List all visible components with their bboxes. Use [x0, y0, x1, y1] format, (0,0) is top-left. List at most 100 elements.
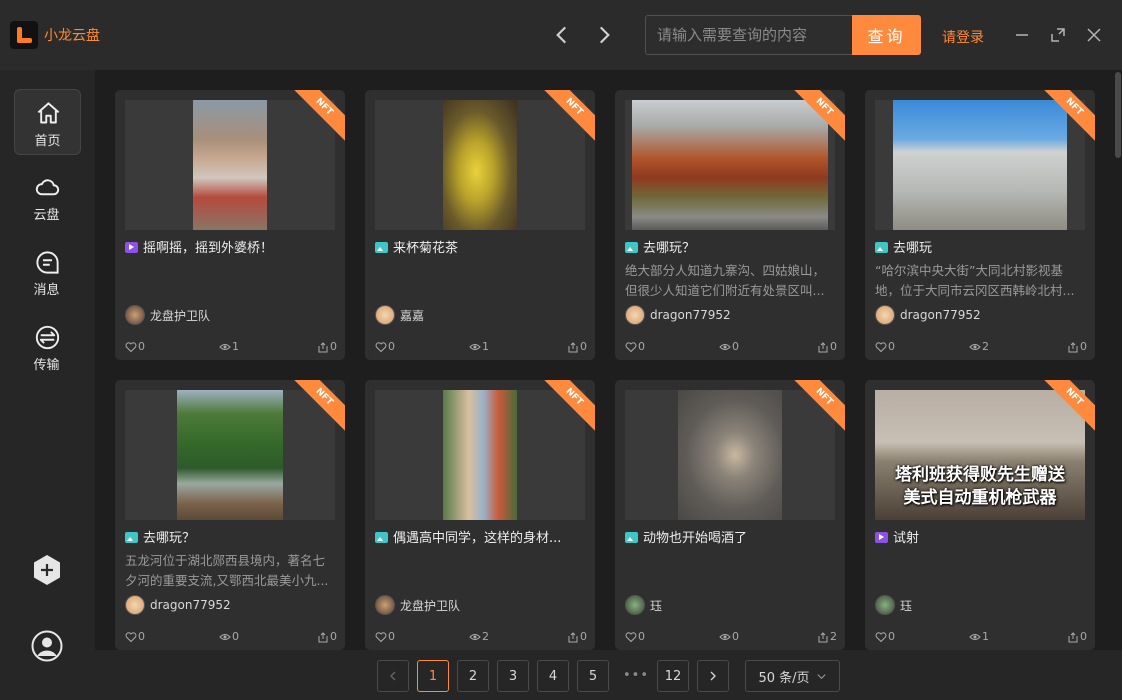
thumbnail[interactable]: [125, 390, 335, 520]
next-page-button[interactable]: [697, 660, 729, 692]
like-icon[interactable]: [375, 341, 387, 353]
sidebar-item-home[interactable]: 首页: [14, 89, 81, 155]
image-icon: [125, 532, 138, 543]
video-icon: [125, 242, 138, 253]
user-avatar-icon[interactable]: [31, 630, 63, 662]
share-icon[interactable]: [1067, 631, 1079, 643]
media-card[interactable]: NFT 去哪玩？ 绝大部分人知道九寨沟、四姑娘山， 但很少人知道它们附近有处景区叫…: [615, 90, 845, 360]
card-title: 去哪玩？: [143, 531, 196, 546]
like-icon[interactable]: [875, 341, 887, 353]
share-count: 0: [1080, 340, 1087, 353]
like-count: 0: [638, 630, 645, 643]
card-title: 去哪玩: [893, 241, 933, 256]
share-count: 0: [830, 340, 837, 353]
media-card[interactable]: 塔利班获得败先生赠送 美式自动重机枪武器 NFT 试射 珏 0 1 0: [865, 380, 1095, 650]
page-button[interactable]: 2: [457, 660, 489, 692]
share-icon[interactable]: [317, 631, 329, 643]
view-count: 1: [982, 630, 989, 643]
card-title: 来杯菊花茶: [393, 241, 459, 256]
like-icon[interactable]: [125, 341, 137, 353]
sidebar-item-cloud[interactable]: 云盘: [14, 164, 81, 230]
share-count: 0: [330, 630, 337, 643]
page-button[interactable]: 1: [417, 660, 449, 692]
media-card[interactable]: NFT 动物也开始喝酒了 珏 0 0 2: [615, 380, 845, 650]
thumbnail[interactable]: 塔利班获得败先生赠送 美式自动重机枪武器: [875, 390, 1085, 520]
page-button[interactable]: 3: [497, 660, 529, 692]
media-card[interactable]: NFT 摇啊摇，摇到外婆桥！ 龙盘护卫队 0 1 0: [115, 90, 345, 360]
search-button[interactable]: 查询: [852, 15, 921, 55]
share-count: 2: [830, 630, 837, 643]
sidebar-item-transfer[interactable]: 传输: [14, 314, 81, 380]
content-area: NFT 摇啊摇，摇到外婆桥！ 龙盘护卫队 0 1 0 NFT 来杯菊花茶 嘉嘉 …: [95, 70, 1122, 650]
transfer-icon: [34, 324, 61, 351]
card-title: 试射: [893, 531, 920, 546]
add-plugin-icon[interactable]: [33, 554, 61, 586]
thumbnail[interactable]: [875, 100, 1085, 230]
view-count: 0: [732, 630, 739, 643]
vertical-scrollbar[interactable]: [1115, 72, 1121, 158]
minimize-icon[interactable]: [1012, 25, 1032, 45]
like-icon[interactable]: [625, 631, 637, 643]
media-card[interactable]: NFT 去哪玩 “哈尔滨中央大街”大同北村影视基 地，位于大同市云冈区西韩岭北村.…: [865, 90, 1095, 360]
view-icon: [969, 343, 981, 350]
like-icon[interactable]: [625, 341, 637, 353]
username[interactable]: 珏: [900, 597, 912, 614]
username[interactable]: 龙盘护卫队: [400, 597, 460, 614]
back-arrow-icon[interactable]: [549, 22, 575, 48]
page-ellipsis[interactable]: •••: [623, 668, 649, 683]
prev-page-button[interactable]: [377, 660, 409, 692]
share-icon[interactable]: [1067, 341, 1079, 353]
share-icon[interactable]: [817, 631, 829, 643]
close-icon[interactable]: [1084, 25, 1104, 45]
thumbnail[interactable]: [625, 100, 835, 230]
username[interactable]: 嘉嘉: [400, 307, 424, 324]
share-icon[interactable]: [567, 631, 579, 643]
page-size-value: 50 条/页: [758, 670, 810, 686]
view-count: 0: [732, 340, 739, 353]
username[interactable]: dragon77952: [150, 598, 231, 612]
like-count: 0: [138, 630, 145, 643]
like-count: 0: [638, 340, 645, 353]
card-title: 去哪玩？: [643, 241, 696, 256]
share-icon[interactable]: [567, 341, 579, 353]
sidebar-item-messages[interactable]: 消息: [14, 239, 81, 305]
card-description: 五龙河位于湖北郧西县境内，著名七 夕河的重要支流,又鄂西北最美小九...: [125, 553, 329, 588]
thumbnail[interactable]: [125, 100, 335, 230]
username[interactable]: 珏: [650, 597, 662, 614]
page-button[interactable]: 4: [537, 660, 569, 692]
like-count: 0: [388, 630, 395, 643]
like-icon[interactable]: [875, 631, 887, 643]
media-card[interactable]: NFT 来杯菊花茶 嘉嘉 0 1 0: [365, 90, 595, 360]
media-card[interactable]: NFT 偶遇高中同学，这样的身材... 龙盘护卫队 0 2 0: [365, 380, 595, 650]
view-icon: [969, 633, 981, 640]
chevron-left-icon: [390, 671, 396, 681]
username[interactable]: 龙盘护卫队: [150, 307, 210, 324]
sidebar-item-label: 传输: [33, 358, 60, 373]
search-box: 查询: [645, 15, 921, 55]
username[interactable]: dragon77952: [900, 308, 981, 322]
share-icon[interactable]: [817, 341, 829, 353]
image-icon: [875, 242, 888, 253]
card-title: 偶遇高中同学，这样的身材...: [393, 531, 562, 546]
thumbnail[interactable]: [375, 100, 585, 230]
pagination: 1 2 3 4 5 ••• 12 50 条/页: [95, 650, 1122, 700]
share-icon[interactable]: [317, 341, 329, 353]
page-button[interactable]: 12: [657, 660, 689, 692]
maximize-icon[interactable]: [1048, 25, 1068, 45]
like-icon[interactable]: [125, 631, 137, 643]
search-input[interactable]: [646, 16, 852, 54]
like-icon[interactable]: [375, 631, 387, 643]
like-count: 0: [888, 340, 895, 353]
forward-arrow-icon[interactable]: [591, 22, 617, 48]
username[interactable]: dragon77952: [650, 308, 731, 322]
media-card[interactable]: NFT 去哪玩？ 五龙河位于湖北郧西县境内，著名七 夕河的重要支流,又鄂西北最美小…: [115, 380, 345, 650]
thumbnail[interactable]: [625, 390, 835, 520]
home-icon: [35, 100, 62, 127]
sidebar-item-label: 云盘: [33, 208, 60, 223]
card-title: 动物也开始喝酒了: [643, 531, 748, 546]
thumbnail[interactable]: [375, 390, 585, 520]
like-count: 0: [138, 340, 145, 353]
page-size-select[interactable]: 50 条/页: [745, 660, 840, 692]
page-button[interactable]: 5: [577, 660, 609, 692]
login-link[interactable]: 请登录: [942, 27, 984, 47]
